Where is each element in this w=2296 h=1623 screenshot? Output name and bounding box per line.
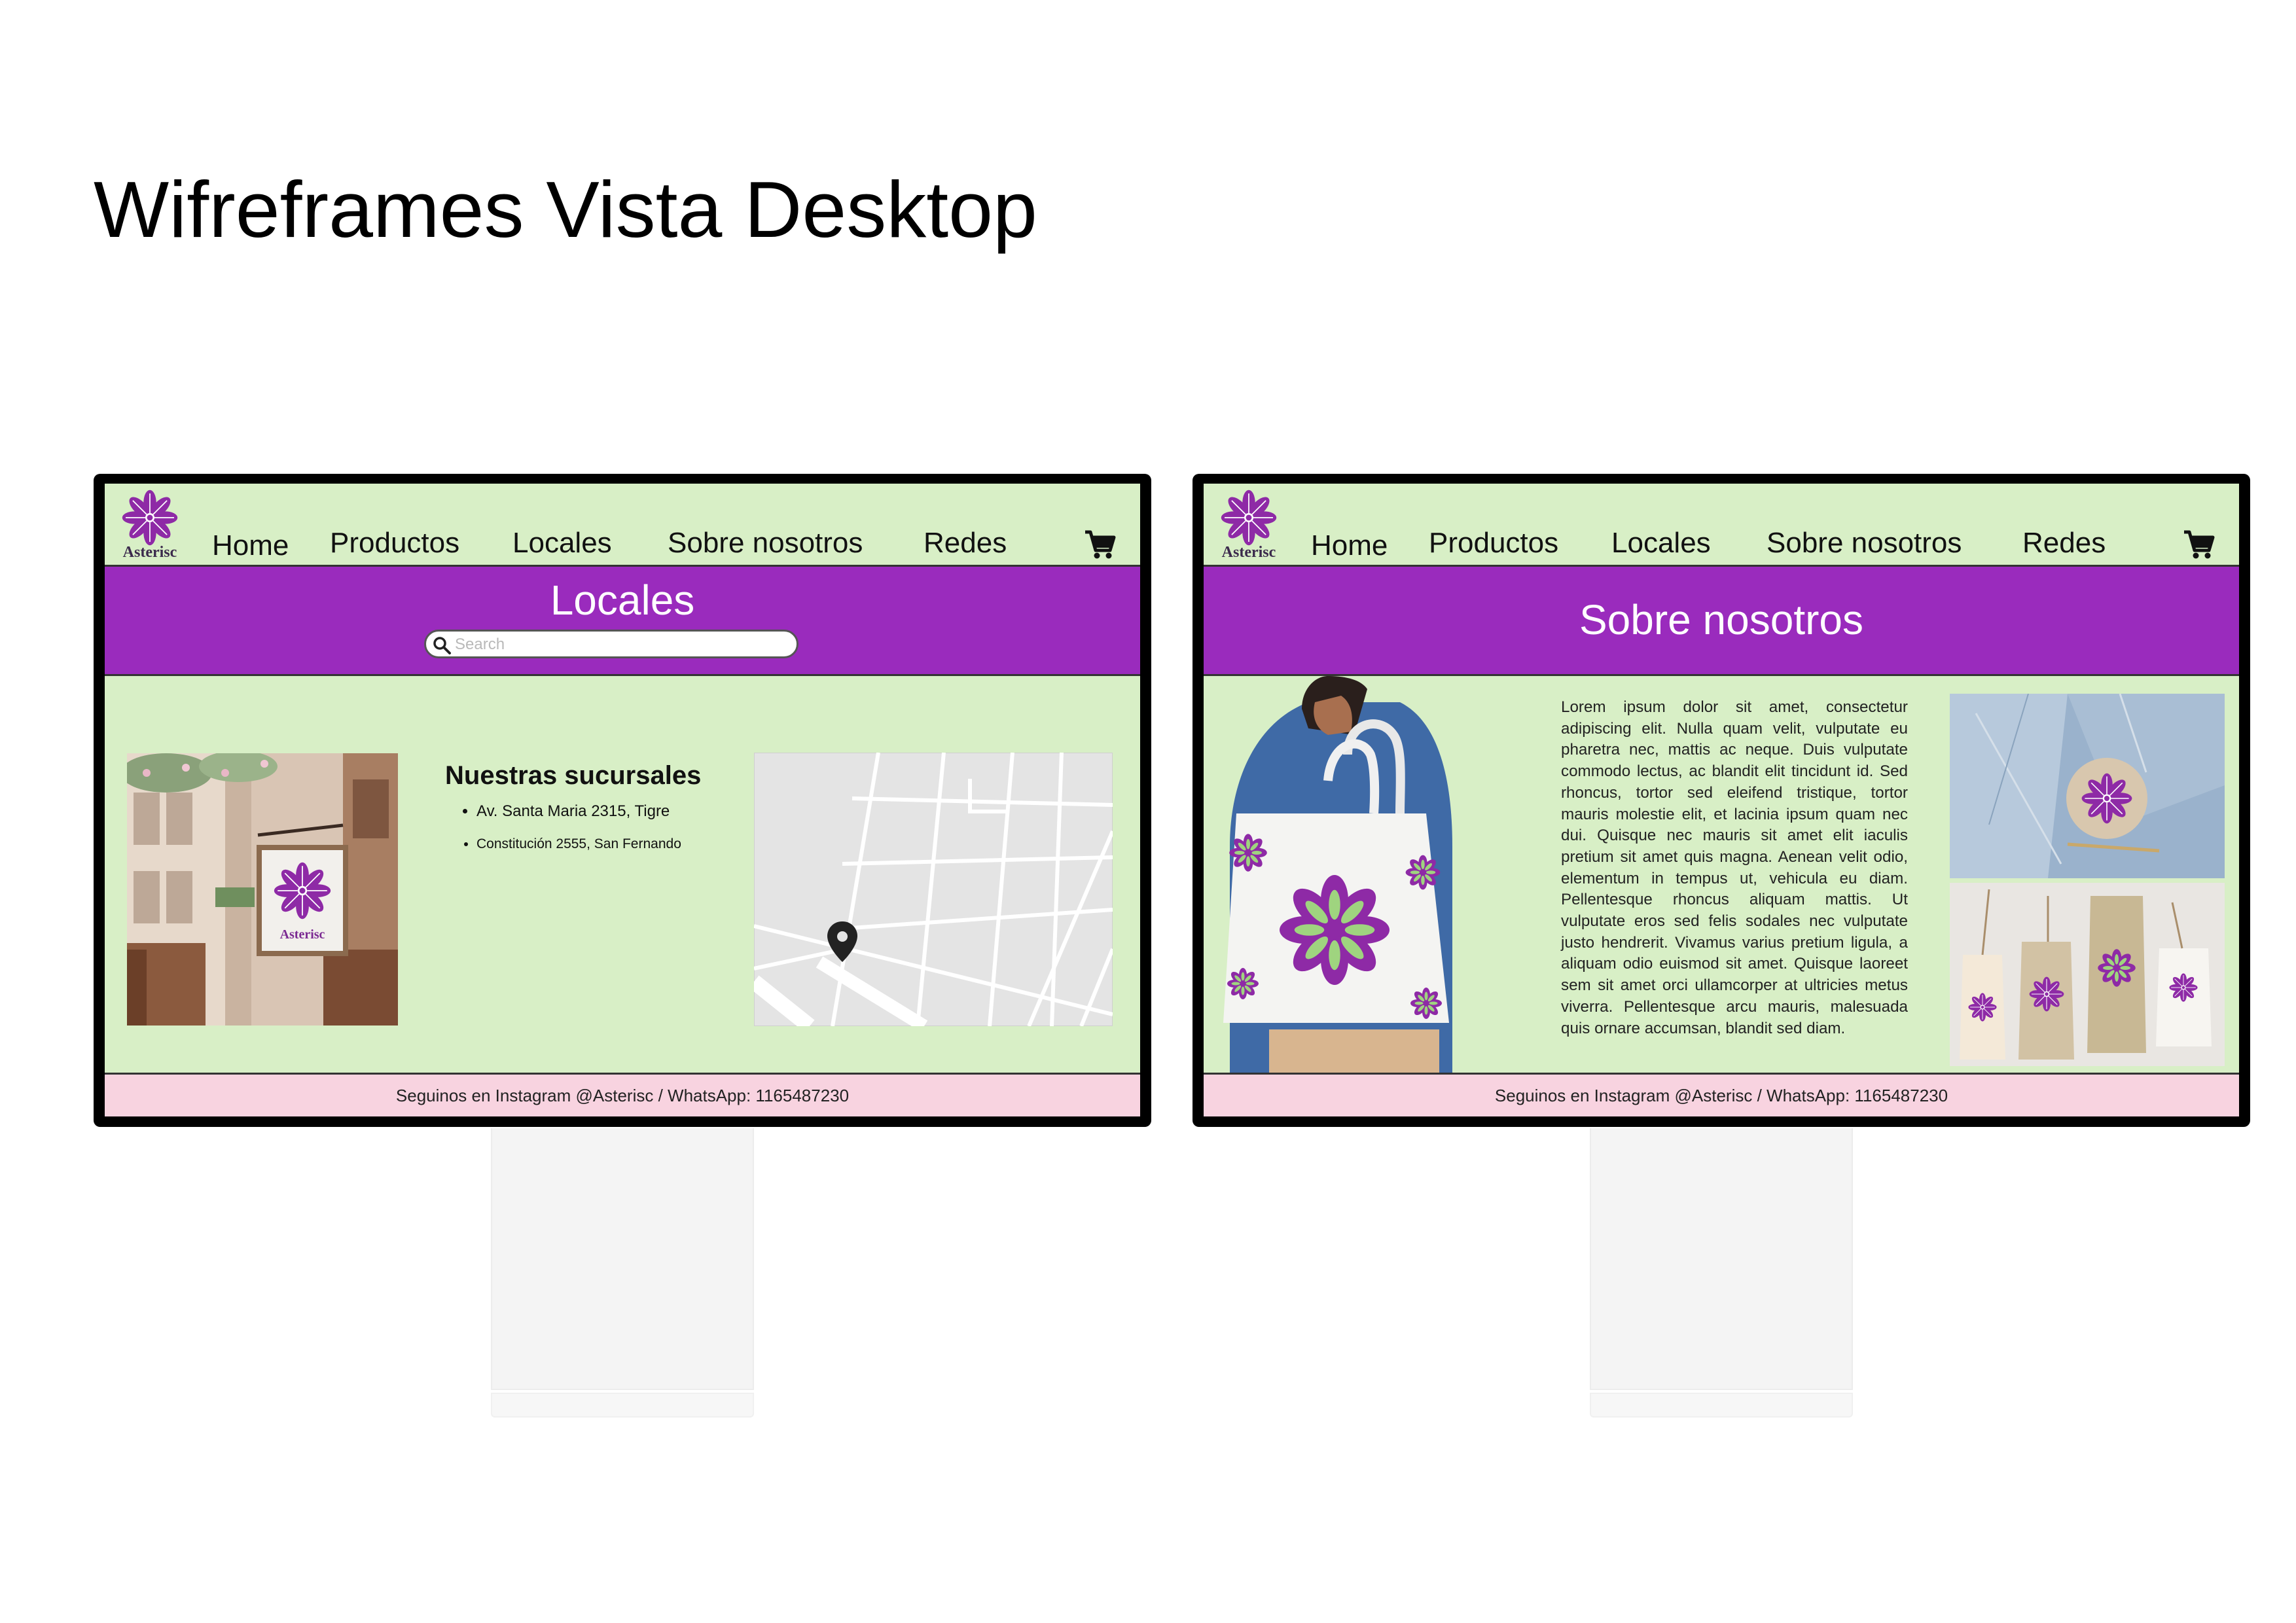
logo[interactable]: Asterisc <box>114 489 186 563</box>
logo-flower-icon <box>1220 489 1278 546</box>
page-title: Wifreframes Vista Desktop <box>94 165 1037 254</box>
monitor-locales: Asterisc Home Productos Locales Sobre no… <box>94 474 1151 1127</box>
search-input[interactable]: Search <box>424 630 798 658</box>
nav-redes[interactable]: Redes <box>2022 527 2106 560</box>
tote-bag-photo <box>1204 676 1465 1075</box>
nav-locales[interactable]: Locales <box>512 527 612 560</box>
nav-redes[interactable]: Redes <box>924 527 1007 560</box>
nav-sobre-nosotros[interactable]: Sobre nosotros <box>1767 527 1962 560</box>
shopping-cart-icon[interactable] <box>1083 528 1117 561</box>
section-title: Nuestras sucursales <box>445 761 702 790</box>
svg-text:Asterisc: Asterisc <box>280 927 325 942</box>
monitor-stand <box>1590 1128 1853 1390</box>
banner-title: Sobre nosotros <box>1579 596 1864 643</box>
navbar: Asterisc Home Productos Locales Sobre no… <box>105 484 1140 567</box>
page-banner: Locales Search <box>105 567 1140 676</box>
branch-item: Av. Santa Maria 2315, Tigre <box>476 802 681 821</box>
monitor-foot <box>1590 1393 1853 1418</box>
screen-sobre-nosotros: Asterisc Home Productos Locales Sobre no… <box>1204 484 2239 1116</box>
shopping-cart-icon[interactable] <box>2181 528 2215 561</box>
storefront-photo: Asterisc <box>127 753 398 1026</box>
navbar: Asterisc Home Productos Locales Sobre no… <box>1204 484 2239 567</box>
nav-locales[interactable]: Locales <box>1611 527 1711 560</box>
page-banner: Sobre nosotros <box>1204 567 2239 676</box>
nav-home[interactable]: Home <box>212 529 289 562</box>
banner-title: Locales <box>550 577 695 624</box>
logo-text: Asterisc <box>1221 544 1276 561</box>
nav-home[interactable]: Home <box>1311 529 1388 562</box>
footer: Seguinos en Instagram @Asterisc / WhatsA… <box>1204 1073 2239 1116</box>
logo-text: Asterisc <box>122 544 177 561</box>
monitor-sobre-nosotros: Asterisc Home Productos Locales Sobre no… <box>1193 474 2250 1127</box>
hang-tags-photo <box>1950 883 2225 1066</box>
monitor-stand <box>491 1128 754 1390</box>
location-map[interactable] <box>754 753 1113 1026</box>
logo[interactable]: Asterisc <box>1213 489 1285 563</box>
branch-list: Av. Santa Maria 2315, Tigre Constitución… <box>458 802 681 868</box>
branch-item: Constitución 2555, San Fernando <box>476 836 681 852</box>
about-text: Lorem ipsum dolor sit amet, consectetur … <box>1561 698 1908 1037</box>
search-placeholder: Search <box>455 635 505 653</box>
nav-sobre-nosotros[interactable]: Sobre nosotros <box>668 527 863 560</box>
nav-productos[interactable]: Productos <box>1429 527 1558 560</box>
logo-flower-icon <box>121 489 179 546</box>
search-icon <box>433 637 451 654</box>
denim-pin-photo <box>1950 694 2225 878</box>
nav-productos[interactable]: Productos <box>330 527 459 560</box>
monitor-foot <box>491 1393 754 1418</box>
screen-locales: Asterisc Home Productos Locales Sobre no… <box>105 484 1140 1116</box>
footer: Seguinos en Instagram @Asterisc / WhatsA… <box>105 1073 1140 1116</box>
